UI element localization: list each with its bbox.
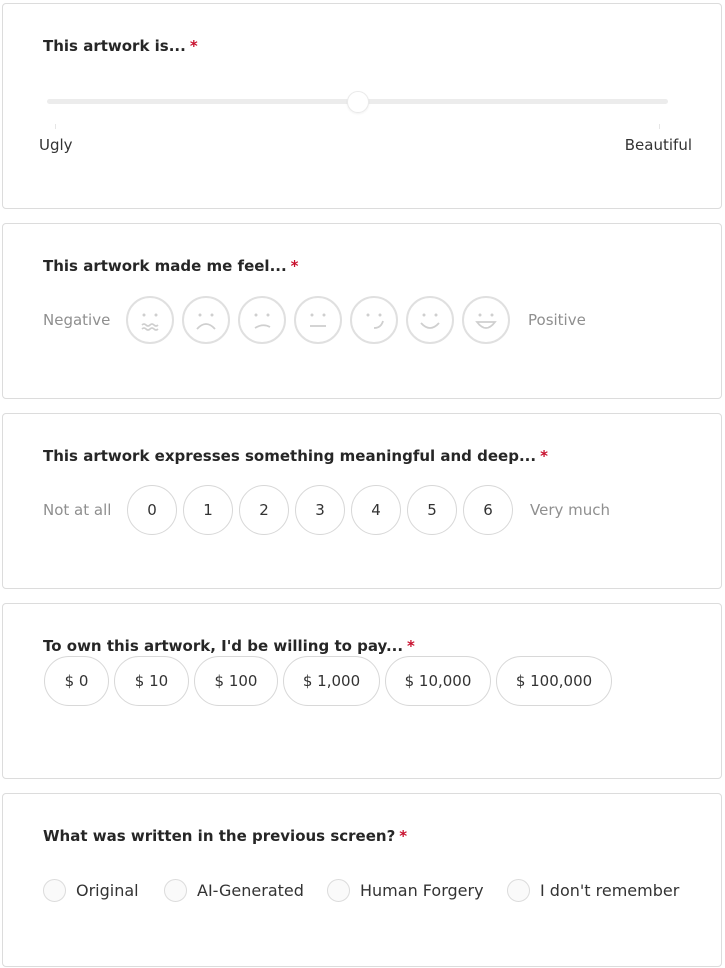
question-title: This artwork is... *: [43, 37, 198, 55]
radio-option-human-forgery[interactable]: Human Forgery: [327, 878, 484, 902]
question-card-attribution: What was written in the previous screen?…: [2, 793, 722, 967]
required-marker: *: [407, 637, 415, 655]
question-card-price: To own this artwork, I'd be willing to p…: [2, 603, 722, 779]
required-marker: *: [399, 827, 408, 845]
slight-frown-face-icon: [254, 313, 271, 329]
scale-option-1[interactable]: 1: [183, 485, 233, 535]
scale-right-label: Very much: [530, 501, 611, 519]
radio-button[interactable]: [327, 878, 350, 902]
grin-face-icon: [475, 313, 497, 329]
radio-button[interactable]: [507, 878, 530, 902]
scale-option-3[interactable]: 3: [295, 485, 345, 535]
price-option-100[interactable]: $ 100: [194, 656, 278, 706]
radio-label: Original: [76, 880, 139, 900]
feeling-option-7[interactable]: [462, 296, 510, 344]
scale-option-4[interactable]: 4: [351, 485, 401, 535]
feeling-option-4[interactable]: [294, 296, 342, 344]
feeling-option-5[interactable]: [350, 296, 398, 344]
slider-tick-min: [55, 124, 56, 129]
wavy-mouth-face-icon: [141, 313, 159, 331]
price-option-1000[interactable]: $ 1,000: [283, 656, 380, 706]
feeling-option-6[interactable]: [406, 296, 454, 344]
required-marker: *: [540, 447, 548, 465]
feeling-option-1[interactable]: [126, 296, 174, 344]
question-title: To own this artwork, I'd be willing to p…: [43, 637, 415, 655]
scale-left-label: Not at all: [43, 501, 112, 519]
feeling-option-3[interactable]: [238, 296, 286, 344]
price-option-100000[interactable]: $ 100,000: [496, 656, 612, 706]
required-marker: *: [290, 257, 299, 275]
slider-max-label: Beautiful: [624, 136, 692, 154]
question-title: What was written in the previous screen?…: [43, 827, 408, 845]
scale-option-2[interactable]: 2: [239, 485, 289, 535]
radio-button[interactable]: [164, 878, 187, 902]
radio-label: Human Forgery: [360, 880, 484, 900]
scale-option-5[interactable]: 5: [407, 485, 457, 535]
radio-option-original[interactable]: Original: [43, 878, 139, 902]
slider-tick-max: [659, 124, 660, 129]
question-card-beauty: This artwork is... * Ugly Beautiful: [2, 3, 722, 209]
beauty-slider-thumb[interactable]: [347, 91, 369, 113]
question-title: This artwork expresses something meaning…: [43, 447, 548, 465]
price-option-0[interactable]: $ 0: [44, 656, 109, 706]
scale-option-6[interactable]: 6: [463, 485, 513, 535]
price-option-10[interactable]: $ 10: [114, 656, 189, 706]
question-card-feeling: This artwork made me feel...* Negative: [2, 223, 722, 399]
price-option-10000[interactable]: $ 10,000: [385, 656, 491, 706]
smile-face-icon: [420, 313, 440, 329]
scale-left-label: Negative: [43, 311, 111, 329]
feeling-option-2[interactable]: [182, 296, 230, 344]
question-card-meaning: This artwork expresses something meaning…: [2, 413, 722, 589]
radio-label: I don't remember: [540, 880, 680, 900]
radio-button[interactable]: [43, 878, 66, 902]
scale-right-label: Positive: [528, 311, 586, 329]
slight-smile-face-icon: [366, 313, 384, 329]
neutral-face-icon: [310, 313, 326, 327]
scale-option-0[interactable]: 0: [127, 485, 177, 535]
question-title: This artwork made me feel... *: [43, 257, 299, 275]
radio-option-ai-generated[interactable]: AI-Generated: [164, 878, 304, 902]
radio-option-dont-remember[interactable]: I don't remember: [507, 878, 679, 902]
slider-min-label: Ugly: [39, 136, 73, 154]
radio-label: AI-Generated: [197, 880, 304, 900]
frown-face-icon: [196, 313, 216, 330]
required-marker: *: [189, 37, 198, 55]
